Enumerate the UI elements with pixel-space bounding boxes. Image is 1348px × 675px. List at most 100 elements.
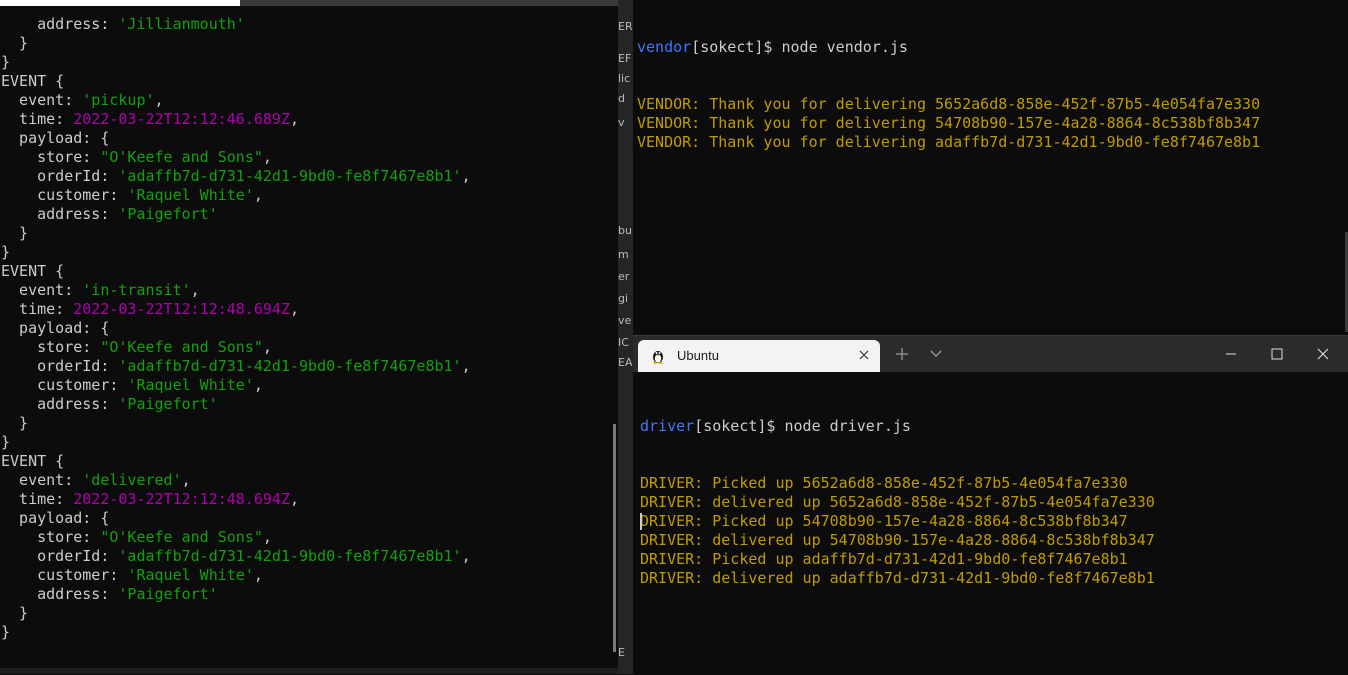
left-terminal-top-bar (0, 0, 240, 6)
left-terminal-token: "O'Keefe and Sons" (100, 528, 263, 546)
left-terminal-token: 'Jillianmouth' (118, 15, 245, 33)
left-terminal-line: address: 'Paigefort' (1, 585, 471, 604)
left-terminal-line: event: 'in-transit', (1, 281, 471, 300)
left-terminal-token: , (290, 300, 300, 318)
vendor-prompt-line: vendor[sokect]$ node vendor.js (637, 38, 1260, 57)
vendor-output-line: VENDOR: Thank you for delivering 54708b9… (637, 114, 1261, 132)
left-terminal-token: , (461, 167, 471, 185)
left-terminal-scrollbar[interactable] (613, 424, 616, 652)
left-terminal-line: } (1, 623, 471, 642)
left-terminal-token: event: (1, 281, 83, 299)
left-terminal-token: orderId: (1, 167, 119, 185)
background-editor-fragment: ER (618, 20, 633, 33)
left-terminal-line: EVENT { (1, 452, 471, 471)
left-terminal-line: time: 2022-03-22T12:12:48.694Z, (1, 490, 471, 509)
left-terminal-token: store: (1, 528, 101, 546)
left-terminal-line: EVENT { (1, 262, 471, 281)
minimize-icon[interactable] (1223, 346, 1239, 362)
vendor-prompt-user: vendor (637, 38, 692, 56)
left-terminal-token: time: (1, 300, 74, 318)
left-terminal-token: 'Paigefort' (118, 395, 218, 413)
ubuntu-terminal-window[interactable]: Ubuntu driver[sokect]$ node driver.js DR… (633, 335, 1348, 675)
tab-ubuntu[interactable]: Ubuntu (638, 340, 880, 372)
left-terminal-line: } (1, 433, 471, 452)
background-editor-fragment: gi (618, 292, 629, 305)
left-terminal-line: time: 2022-03-22T12:12:48.694Z, (1, 300, 471, 319)
driver-output-line: DRIVER: Picked up 54708b90-157e-4a28-886… (640, 512, 1128, 530)
driver-terminal-output: driver[sokect]$ node driver.js DRIVER: P… (640, 379, 1155, 626)
left-terminal-token: 'adaffb7d-d731-42d1-9bd0-fe8f7467e8b1' (118, 167, 462, 185)
vendor-output-line: VENDOR: Thank you for delivering 5652a6d… (637, 95, 1261, 113)
background-editor-fragment: v (618, 116, 625, 129)
left-terminal-token: time: (1, 490, 74, 508)
left-terminal-token: address: (1, 15, 119, 33)
left-terminal-line: store: "O'Keefe and Sons", (1, 338, 471, 357)
left-terminal-token: "O'Keefe and Sons" (100, 148, 263, 166)
left-terminal-token: "O'Keefe and Sons" (100, 338, 263, 356)
left-terminal-line: event: 'pickup', (1, 91, 471, 110)
left-terminal-line: } (1, 604, 471, 623)
driver-output-line: DRIVER: delivered up 54708b90-157e-4a28-… (640, 531, 1155, 549)
left-terminal-line: } (1, 414, 471, 433)
close-icon[interactable] (857, 348, 871, 362)
left-terminal-token: , (461, 547, 471, 565)
left-terminal-token: orderId: (1, 357, 119, 375)
left-terminal-token: , (253, 376, 263, 394)
left-terminal-line: orderId: 'adaffb7d-d731-42d1-9bd0-fe8f74… (1, 357, 471, 376)
background-editor-fragment: lic (618, 72, 631, 85)
background-editor-fragment: EF (618, 52, 632, 65)
left-terminal-token: payload: { (1, 319, 110, 337)
left-terminal-token: } (1, 243, 11, 261)
left-terminal-token: 'adaffb7d-d731-42d1-9bd0-fe8f7467e8b1' (118, 357, 462, 375)
background-editor-fragment: bu (618, 224, 632, 237)
left-terminal-top-bar-dark (240, 0, 618, 6)
left-terminal-token: orderId: (1, 547, 119, 565)
left-terminal-token: customer: (1, 376, 128, 394)
background-editor-fragment: er (618, 270, 630, 283)
left-terminal-token: 'in-transit' (82, 281, 191, 299)
left-terminal-token: 'Paigefort' (118, 585, 218, 603)
left-terminal-token: , (253, 566, 263, 584)
left-terminal-token: EVENT { (1, 262, 65, 280)
text-cursor (640, 513, 642, 530)
left-terminal-token: 2022-03-22T12:12:48.694Z (73, 300, 290, 318)
left-terminal-token: } (1, 224, 29, 242)
left-terminal-line: customer: 'Raquel White', (1, 376, 471, 395)
left-terminal-token: 2022-03-22T12:12:46.689Z (73, 110, 290, 128)
left-terminal-token: event: (1, 471, 83, 489)
left-terminal-token: , (253, 186, 263, 204)
left-terminal-token: address: (1, 205, 119, 223)
driver-prompt-command: [sokect]$ node driver.js (694, 417, 911, 435)
background-editor-fragment: d (618, 92, 625, 105)
left-terminal-token: 'Paigefort' (118, 205, 218, 223)
title-bar[interactable]: Ubuntu (633, 336, 1348, 372)
left-terminal-line: EVENT { (1, 72, 471, 91)
left-terminal-token: } (1, 414, 29, 432)
left-terminal-token: store: (1, 338, 101, 356)
left-terminal-token: , (461, 357, 471, 375)
plus-icon[interactable] (894, 346, 910, 362)
left-terminal-line: payload: { (1, 129, 471, 148)
window-close-icon[interactable] (1315, 346, 1331, 362)
left-terminal-token: event: (1, 91, 83, 109)
left-terminal-token: 'delivered' (82, 471, 182, 489)
left-terminal-token: address: (1, 395, 119, 413)
left-terminal-token: payload: { (1, 129, 110, 147)
chevron-down-icon[interactable] (929, 348, 943, 360)
left-terminal-bottom-bar (0, 668, 618, 674)
left-terminal-token: , (262, 338, 272, 356)
left-terminal-line: time: 2022-03-22T12:12:46.689Z, (1, 110, 471, 129)
left-terminal-token: , (154, 91, 164, 109)
left-terminal[interactable]: address: 'Jillianmouth' }} EVENT { event:… (0, 0, 618, 674)
left-terminal-line: store: "O'Keefe and Sons", (1, 528, 471, 547)
tab-title: Ubuntu (677, 348, 719, 363)
background-editor-fragment: m (618, 248, 629, 261)
left-terminal-token: 'Raquel White' (127, 186, 254, 204)
left-terminal-token: payload: { (1, 509, 110, 527)
left-terminal-line: store: "O'Keefe and Sons", (1, 148, 471, 167)
background-editor-fragment: E (618, 646, 625, 659)
maximize-icon[interactable] (1269, 346, 1285, 362)
left-terminal-token: store: (1, 148, 101, 166)
background-editor-fragment: IC (618, 336, 629, 349)
vendor-terminal[interactable]: vendor[sokect]$ node vendor.js VENDOR: T… (633, 0, 1348, 333)
